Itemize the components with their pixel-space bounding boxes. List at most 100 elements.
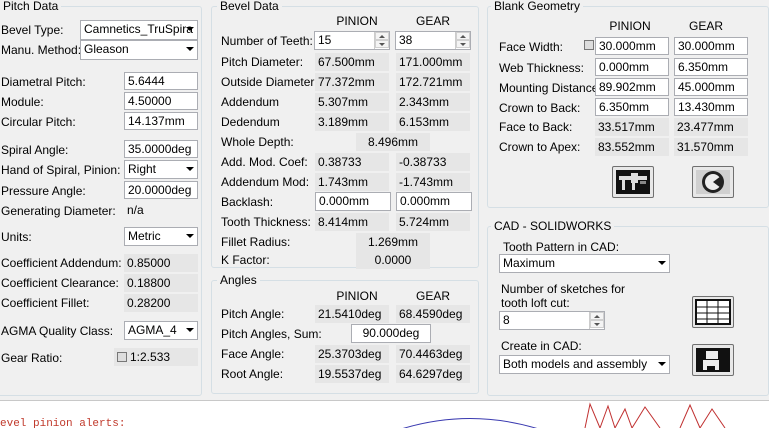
gear-add-mod-coef: -0.38733 bbox=[396, 153, 470, 171]
robot-icon bbox=[696, 348, 730, 372]
gear-tooth-thickness: 5.724mm bbox=[396, 213, 470, 231]
spiral-angle-label: Spiral Angle: bbox=[1, 143, 69, 157]
gear-face-to-back: 23.477mm bbox=[674, 118, 748, 136]
coef-fillet-value: 0.28200 bbox=[124, 294, 198, 312]
angles-col-gear: GEAR bbox=[415, 289, 450, 303]
generating-diameter-value: n/a bbox=[124, 201, 198, 219]
dedendum-label: Dedendum bbox=[221, 115, 280, 129]
solidworks-button[interactable] bbox=[692, 344, 734, 376]
addendum-mod-label: Addendum Mod: bbox=[221, 175, 310, 189]
table-icon bbox=[695, 299, 731, 325]
pinion-dedendum: 3.189mm bbox=[315, 113, 389, 131]
tooth-thickness-label: Tooth Thickness: bbox=[221, 215, 311, 229]
tooth-pattern-label: Tooth Pattern in CAD: bbox=[503, 240, 620, 254]
tooth-pattern-select[interactable]: Maximum bbox=[499, 254, 670, 273]
units-label: Units: bbox=[1, 230, 32, 244]
pinion-crown-to-back-input[interactable]: 6.350mm bbox=[595, 98, 669, 116]
coef-fillet-label: Coefficient Fillet: bbox=[1, 296, 90, 310]
crown-to-apex-label: Crown to Apex: bbox=[499, 140, 581, 154]
spiral-angle-input[interactable]: 35.0000deg bbox=[124, 140, 198, 158]
pinion-root-angle: 19.5537deg bbox=[315, 365, 389, 383]
manu-method-label: Manu. Method: bbox=[1, 43, 82, 57]
caliper-button[interactable] bbox=[612, 166, 654, 198]
angles-col-pinion: PINION bbox=[336, 289, 378, 303]
coef-addendum-value: 0.85000 bbox=[124, 254, 198, 272]
root-angle-label: Root Angle: bbox=[221, 367, 284, 381]
whole-depth-value: 8.496mm bbox=[356, 133, 430, 151]
gear-preview bbox=[403, 402, 726, 428]
face-to-back-label: Face to Back: bbox=[499, 120, 573, 134]
pinion-pitch-angle: 21.5410deg bbox=[315, 305, 389, 323]
sketches-label-2: tooth loft cut: bbox=[501, 296, 570, 310]
gear-pitch-angle: 68.4590deg bbox=[396, 305, 470, 323]
hand-of-spiral-select[interactable]: Right bbox=[124, 160, 198, 179]
gear-view-button[interactable] bbox=[692, 166, 734, 198]
pinion-face-width-input[interactable]: 30.000mm bbox=[595, 37, 669, 55]
gear-addendum: 2.343mm bbox=[396, 93, 470, 111]
pinion-add-mod-coef: 0.38733 bbox=[315, 153, 389, 171]
bevel-data-title: Bevel Data bbox=[217, 0, 282, 13]
decrement-icon[interactable] bbox=[375, 40, 389, 48]
gear-outside-diameter: 172.721mm bbox=[396, 73, 470, 91]
diametral-pitch-label: Diametral Pitch: bbox=[1, 75, 86, 89]
fillet-radius-label: Fillet Radius: bbox=[221, 235, 291, 249]
chevron-down-icon bbox=[658, 261, 666, 265]
decrement-icon[interactable] bbox=[590, 320, 604, 328]
gear-ratio-value: 1:2.533 bbox=[114, 348, 198, 366]
gear-face-width-input[interactable]: 30.000mm bbox=[674, 37, 748, 55]
blank-col-pinion: PINION bbox=[609, 19, 651, 33]
pressure-angle-label: Pressure Angle: bbox=[1, 184, 86, 198]
circular-pitch-input[interactable]: 14.137mm bbox=[124, 112, 198, 130]
gear-crown-to-back-input[interactable]: 13.430mm bbox=[674, 98, 748, 116]
gear-teeth-stepper[interactable]: 38 bbox=[395, 31, 471, 50]
blank-col-gear: GEAR bbox=[688, 19, 723, 33]
pinion-addendum: 5.307mm bbox=[315, 93, 389, 111]
bevel-gear-icon bbox=[696, 170, 730, 194]
chevron-down-icon bbox=[658, 362, 666, 366]
gear-backlash-input[interactable]: 0.000mm bbox=[396, 192, 472, 211]
table-button[interactable] bbox=[692, 296, 734, 328]
increment-icon[interactable] bbox=[590, 312, 604, 320]
pinion-backlash-input[interactable]: 0.000mm bbox=[315, 192, 391, 211]
bottom-view-area: evel pinion alerts: bbox=[0, 401, 769, 428]
face-width-checkbox[interactable] bbox=[584, 40, 594, 50]
pinion-crown-to-apex: 83.552mm bbox=[595, 138, 669, 156]
diametral-pitch-input[interactable]: 5.6444 bbox=[124, 72, 198, 90]
cad-title: CAD - SOLIDWORKS bbox=[491, 219, 615, 233]
increment-icon[interactable] bbox=[456, 32, 470, 40]
gear-mounting-distance-input[interactable]: 45.000mm bbox=[674, 78, 748, 96]
gear-dedendum: 6.153mm bbox=[396, 113, 470, 131]
decrement-icon[interactable] bbox=[456, 40, 470, 48]
addendum-label: Addendum bbox=[221, 95, 280, 109]
pinion-web-thickness-input[interactable]: 0.000mm bbox=[595, 58, 669, 76]
agma-class-select[interactable]: AGMA_4 bbox=[124, 321, 198, 340]
units-select[interactable]: Metric bbox=[124, 227, 198, 246]
checkbox-icon bbox=[117, 352, 127, 362]
pressure-angle-input[interactable]: 20.0000deg bbox=[124, 181, 198, 199]
bevel-type-select[interactable]: Camnetics_TruSpira bbox=[80, 20, 198, 40]
mounting-distance-label: Mounting Distance: bbox=[499, 81, 602, 95]
pinion-outside-diameter: 77.372mm bbox=[315, 73, 389, 91]
pitch-angles-sum-input[interactable]: 90.000deg bbox=[351, 324, 431, 343]
bevel-col-pinion: PINION bbox=[336, 14, 378, 28]
pinion-face-angle: 25.3703deg bbox=[315, 345, 389, 363]
k-factor-label: K Factor: bbox=[221, 253, 270, 267]
gear-pitch-diameter: 171.000mm bbox=[396, 53, 470, 71]
gear-web-thickness-input[interactable]: 6.350mm bbox=[674, 58, 748, 76]
chevron-down-icon bbox=[186, 328, 194, 332]
angles-title: Angles bbox=[217, 273, 260, 287]
gear-face-angle: 70.4463deg bbox=[396, 345, 470, 363]
outside-diameter-label: Outside Diameter: bbox=[221, 75, 318, 89]
manu-method-select[interactable]: Gleason bbox=[80, 40, 198, 60]
pinion-pitch-diameter: 67.500mm bbox=[315, 53, 389, 71]
pinion-mounting-distance-input[interactable]: 89.902mm bbox=[595, 78, 669, 96]
create-in-select[interactable]: Both models and assembly bbox=[499, 355, 670, 374]
sketches-stepper[interactable]: 8 bbox=[499, 311, 605, 330]
num-teeth-label: Number of Teeth: bbox=[221, 34, 313, 48]
pinion-teeth-stepper[interactable]: 15 bbox=[314, 31, 390, 50]
gear-ratio-label: Gear Ratio: bbox=[1, 351, 63, 365]
circular-pitch-label: Circular Pitch: bbox=[1, 115, 76, 129]
coef-clearance-label: Coefficient Clearance: bbox=[1, 276, 119, 290]
increment-icon[interactable] bbox=[375, 32, 389, 40]
module-input[interactable]: 4.50000 bbox=[124, 92, 198, 110]
